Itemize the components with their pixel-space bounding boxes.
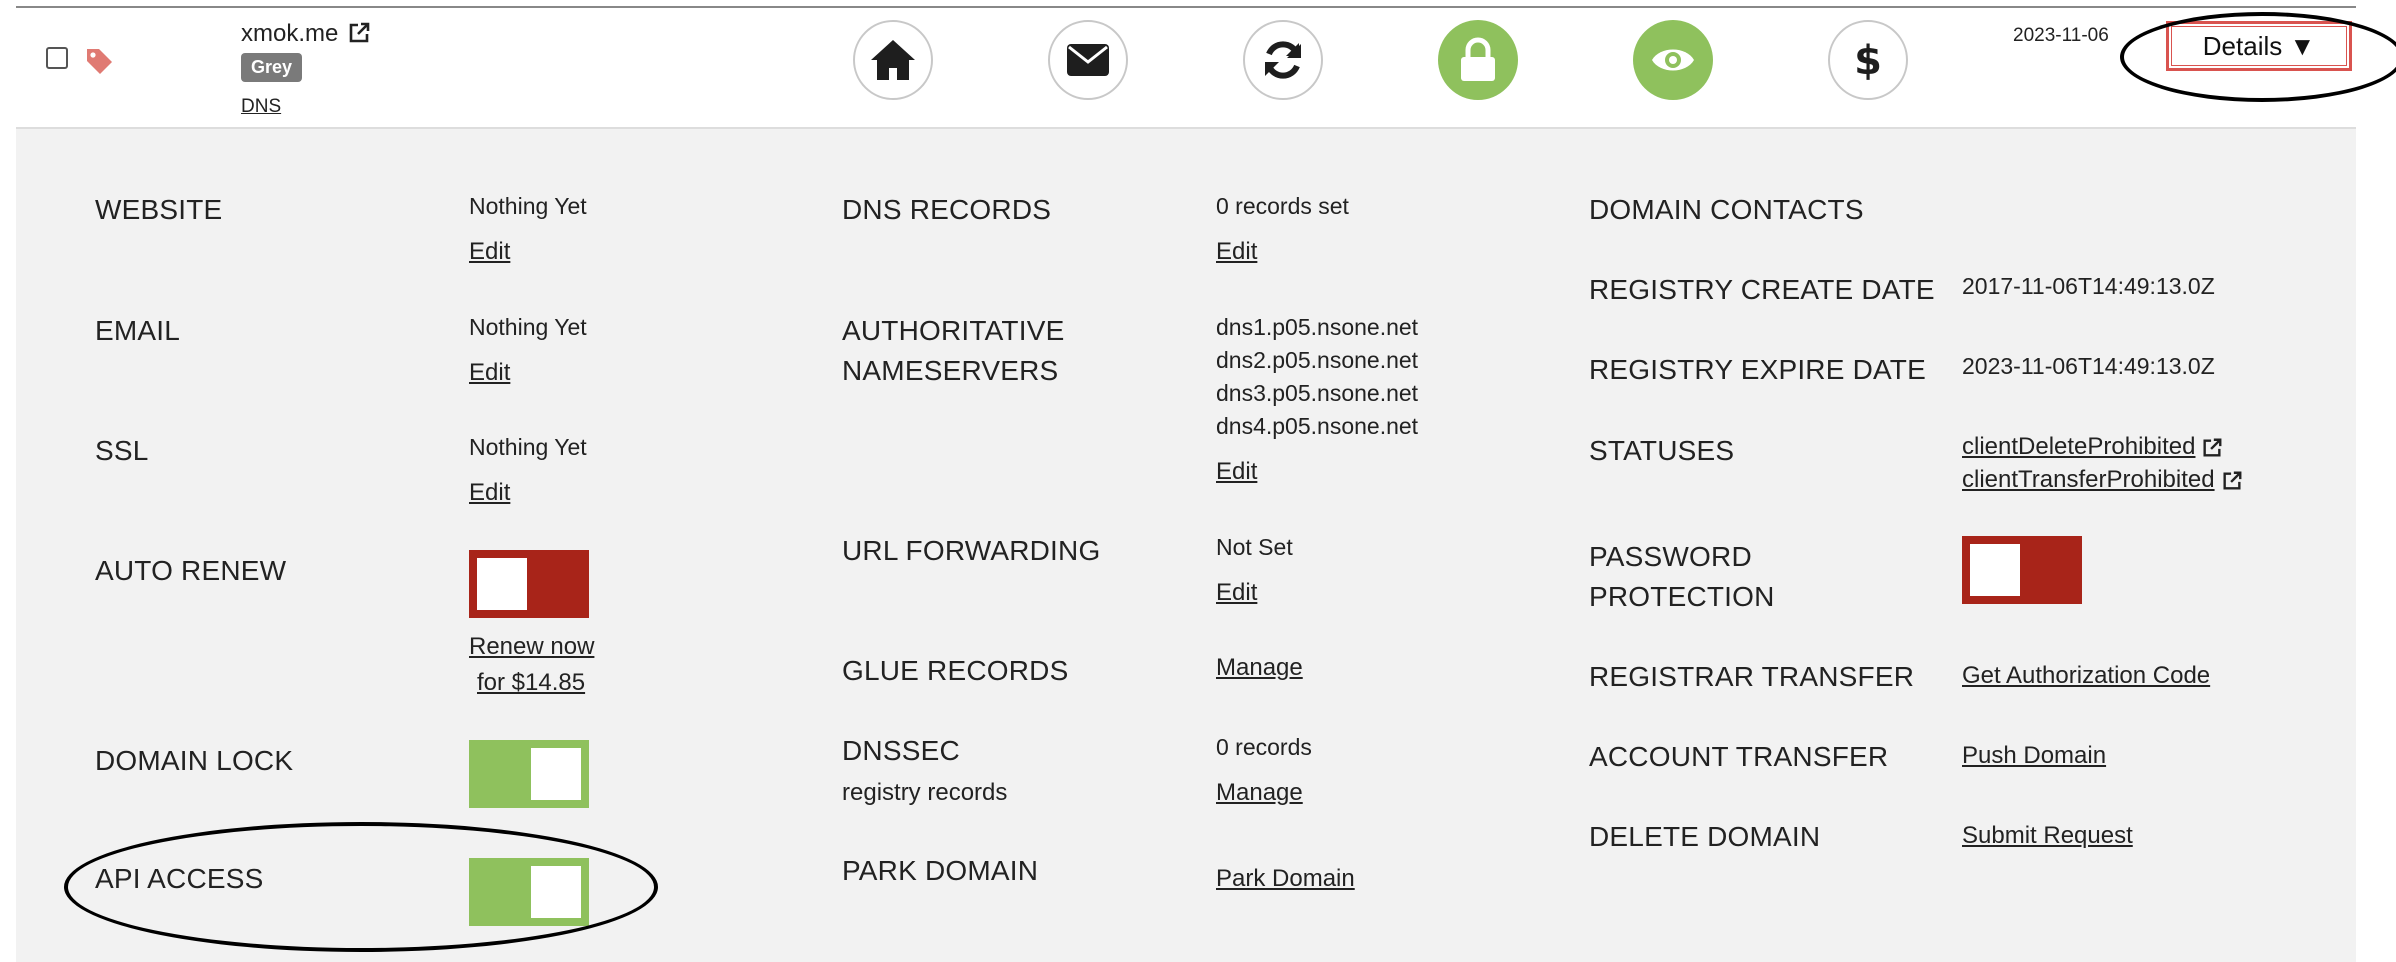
password-protection-label-line2: PROTECTION [1589, 581, 1775, 612]
dns-records-edit-link[interactable]: Edit [1216, 235, 1257, 269]
submit-request-link[interactable]: Submit Request [1962, 819, 2133, 853]
domain-lock-toggle[interactable] [469, 740, 589, 808]
website-value: Nothing Yet [469, 193, 587, 219]
details-button-label: Details ▼ [2202, 30, 2316, 61]
domain-name[interactable]: xmok.me [241, 20, 338, 48]
email-value: Nothing Yet [469, 314, 587, 340]
auto-renew-label: AUTO RENEW [95, 555, 287, 586]
details-button[interactable]: Details ▼ [2166, 21, 2352, 71]
registry-create-date-value: 2017-11-06T14:49:13.0Z [1962, 273, 2215, 299]
status-delete-prohibited-link[interactable]: clientDeleteProhibited [1962, 430, 2223, 464]
dnssec-manage-link[interactable]: Manage [1216, 776, 1303, 810]
auto-renew-toggle[interactable] [469, 550, 589, 618]
eye-icon [1652, 49, 1694, 71]
home-icon [871, 40, 915, 80]
toggle-knob [1970, 544, 2020, 596]
url-forwarding-edit-link[interactable]: Edit [1216, 576, 1257, 610]
status-transfer-prohibited-link[interactable]: clientTransferProhibited [1962, 463, 2243, 497]
home-icon-button[interactable] [853, 20, 933, 100]
get-authorization-code-link[interactable]: Get Authorization Code [1962, 659, 2210, 693]
external-link-icon [2203, 438, 2222, 457]
email-label: EMAIL [95, 315, 181, 346]
ssl-edit-link[interactable]: Edit [469, 476, 510, 510]
park-domain-link[interactable]: Park Domain [1216, 862, 1355, 896]
envelope-icon [1067, 44, 1109, 76]
glue-records-manage-link[interactable]: Manage [1216, 651, 1303, 685]
tag-icon[interactable] [84, 46, 114, 81]
grey-badge: Grey [241, 53, 303, 82]
website-label: WEBSITE [95, 194, 223, 225]
external-link-icon [2223, 471, 2242, 490]
dns-records-value: 0 records set [1216, 193, 1349, 219]
expiry-date: 2023-11-06 [2013, 25, 2109, 46]
dollar-icon: $ [1854, 38, 1882, 82]
pricing-dollar-icon-button[interactable]: $ [1828, 20, 1908, 100]
dnssec-sublabel: registry records [842, 779, 1008, 806]
url-forwarding-value: Not Set [1216, 534, 1293, 560]
lock-icon [1461, 37, 1495, 81]
park-domain-label: PARK DOMAIN [842, 855, 1039, 886]
ssl-value: Nothing Yet [469, 434, 587, 460]
api-access-toggle[interactable] [469, 858, 589, 926]
ssl-label: SSL [95, 435, 149, 466]
toggle-knob [531, 748, 581, 800]
domain-lock-label: DOMAIN LOCK [95, 745, 294, 776]
toggle-knob [477, 558, 527, 610]
domain-select-checkbox[interactable] [46, 47, 68, 69]
email-icon-button[interactable] [1048, 20, 1128, 100]
dns-link[interactable]: DNS [241, 96, 281, 118]
dnssec-value: 0 records [1216, 734, 1312, 760]
push-domain-link[interactable]: Push Domain [1962, 739, 2106, 773]
delete-domain-label: DELETE DOMAIN [1589, 821, 1821, 852]
domain-contacts-label[interactable]: DOMAIN CONTACTS [1589, 190, 1864, 230]
password-protection-toggle[interactable] [1962, 536, 2082, 604]
status-transfer-prohibited-text: clientTransferProhibited [1962, 466, 2215, 493]
registrar-transfer-label: REGISTRAR TRANSFER [1589, 661, 1915, 692]
nameservers-label-line1: AUTHORITATIVE [842, 315, 1065, 346]
nameservers-edit-link[interactable]: Edit [1216, 455, 1257, 489]
email-edit-link[interactable]: Edit [469, 356, 510, 390]
status-delete-prohibited-text: clientDeleteProhibited [1962, 433, 2196, 460]
nameserver-1: dns1.p05.nsone.net [1216, 314, 1419, 340]
api-access-label: API ACCESS [95, 863, 264, 894]
dns-records-label: DNS RECORDS [842, 194, 1052, 225]
external-link-icon[interactable] [347, 21, 371, 50]
renew-price-link[interactable]: for $14.85 [477, 666, 585, 700]
nameserver-3: dns3.p05.nsone.net [1216, 380, 1419, 406]
nameservers-label-line2: NAMESERVERS [842, 355, 1059, 386]
glue-records-label: GLUE RECORDS [842, 655, 1069, 686]
registry-expire-date-value: 2023-11-06T14:49:13.0Z [1962, 353, 2215, 379]
dnssec-label: DNSSEC [842, 735, 960, 766]
renew-now-link[interactable]: Renew now [469, 630, 594, 664]
registry-expire-date-label: REGISTRY EXPIRE DATE [1589, 354, 1926, 385]
sync-icon [1265, 41, 1301, 79]
svg-text:$: $ [1854, 38, 1882, 82]
toggle-knob [531, 866, 581, 918]
statuses-label: STATUSES [1589, 435, 1735, 466]
url-forwarding-label: URL FORWARDING [842, 535, 1101, 566]
account-transfer-label: ACCOUNT TRANSFER [1589, 741, 1889, 772]
ssl-lock-icon-button[interactable] [1438, 20, 1518, 100]
nameserver-4: dns4.p05.nsone.net [1216, 413, 1419, 439]
website-edit-link[interactable]: Edit [469, 235, 510, 269]
registry-create-date-label: REGISTRY CREATE DATE [1589, 274, 1935, 305]
sync-icon-button[interactable] [1243, 20, 1323, 100]
nameserver-2: dns2.p05.nsone.net [1216, 347, 1419, 373]
password-protection-label-line1: PASSWORD [1589, 541, 1752, 572]
privacy-eye-icon-button[interactable] [1633, 20, 1713, 100]
